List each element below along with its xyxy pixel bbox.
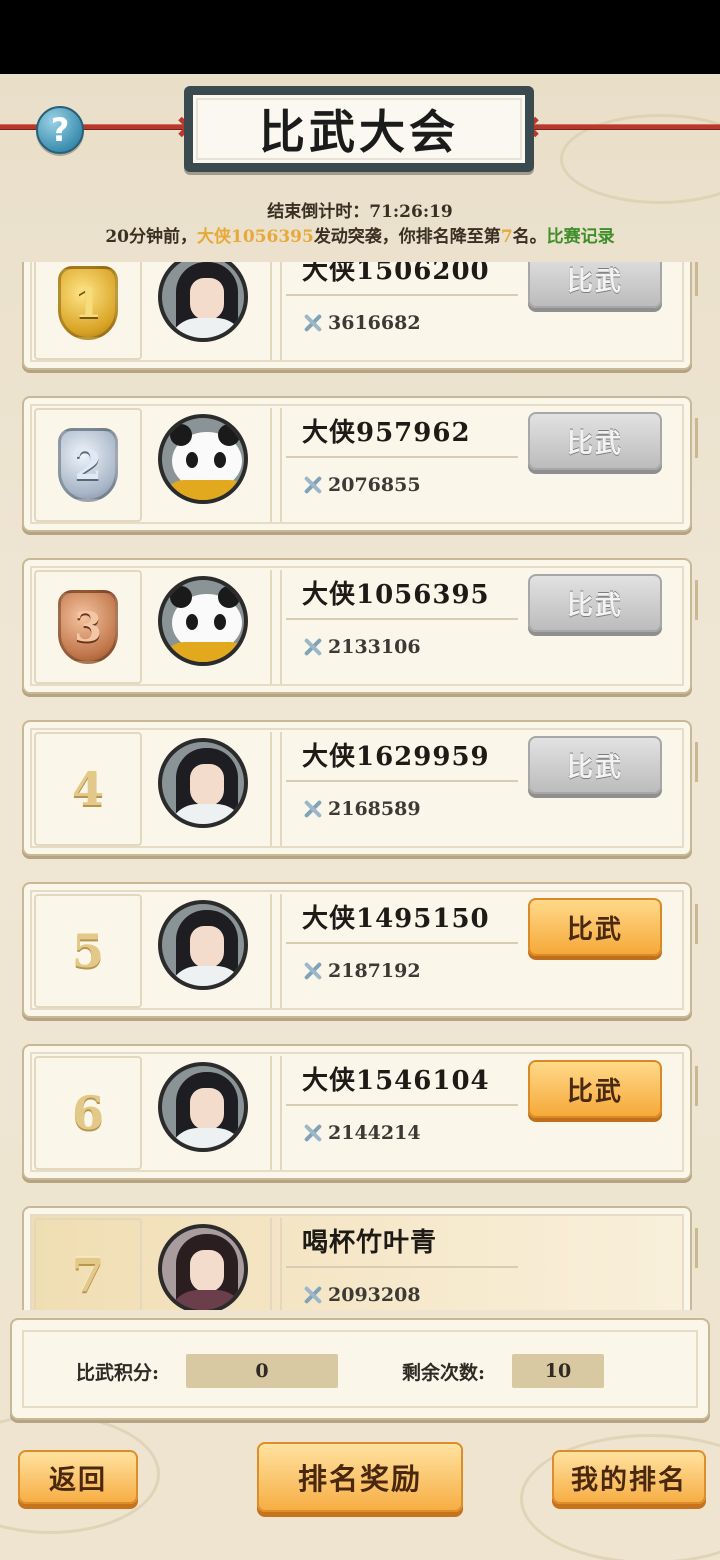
rope-left [0,124,190,130]
avatar[interactable] [158,262,248,342]
crossed-swords-icon [302,1122,324,1144]
silver-medal-icon: 2 [58,428,118,502]
crossed-swords-icon [302,474,324,496]
player-name: 大侠1056395 [302,580,490,610]
rank-slot: 4 [34,732,142,846]
player-name: 大侠1629959 [302,742,490,772]
ranking-row: 6 大侠1546104 2144214 比武 [22,1044,698,1180]
page-title: 比武大会 [190,92,528,166]
crossed-swords-icon [302,1284,324,1306]
avatar[interactable] [158,576,248,666]
player-name: 大侠1546104 [302,1066,490,1096]
player-name: 大侠1506200 [302,262,490,286]
rank-slot: 7 [34,1218,142,1310]
crossed-swords-icon [302,636,324,658]
combat-power: 2187192 [302,960,421,982]
score-label: 比武积分: [76,1362,160,1384]
my-rank-button[interactable]: 我的排名 [552,1450,706,1504]
combat-power: 3616682 [302,312,421,334]
power-value: 2168589 [328,798,421,820]
help-button[interactable]: ? [36,106,84,154]
avatar[interactable] [158,414,248,504]
notice-middle: 发动突袭，你排名降至第 [313,227,501,247]
power-value: 2093208 [328,1284,421,1306]
power-value: 2144214 [328,1122,421,1144]
power-value: 2187192 [328,960,421,982]
rank-slot: 2 [34,408,142,522]
player-name: 大侠1495150 [302,904,490,934]
challenge-button[interactable]: 比武 [528,898,662,956]
rank-slot: 3 [34,570,142,684]
crossed-swords-icon [302,960,324,982]
challenge-button[interactable]: 比武 [528,412,662,470]
notice-rank: 7 [500,227,513,247]
ranking-row: 4 大侠1629959 2168589 比武 [22,720,698,856]
challenge-button[interactable]: 比武 [528,736,662,794]
combat-power: 2076855 [302,474,421,496]
power-value: 2133106 [328,636,421,658]
match-record-link[interactable]: 比赛记录 [547,227,615,247]
power-value: 2076855 [328,474,421,496]
ranking-list[interactable]: 1 大侠1506200 3616682 比武 2 大侠957962 207685… [0,262,720,1310]
challenge-button[interactable]: 比武 [528,1060,662,1118]
ranking-row: 3 大侠1056395 2133106 比武 [22,558,698,694]
question-icon: ? [50,111,70,149]
rank-number: 4 [71,762,104,816]
combat-power: 2093208 [302,1284,421,1306]
score-value: 0 [186,1354,338,1388]
ranking-row: 2 大侠957962 2076855 比武 [22,396,698,532]
rank-rewards-button[interactable]: 排名奖励 [257,1442,463,1512]
rank-slot: 1 [34,262,142,360]
combat-power: 2168589 [302,798,421,820]
rank-slot: 5 [34,894,142,1008]
ranking-row: 1 大侠1506200 3616682 比武 [22,262,698,370]
notice-suffix: 名。 [512,227,547,247]
challenge-button[interactable]: 比武 [528,574,662,632]
rope-right [530,124,720,130]
title-board: 比武大会 [184,86,534,172]
attacker-name: 大侠1056395 [197,227,314,247]
combat-power: 2133106 [302,636,421,658]
avatar[interactable] [158,1062,248,1152]
rank-number: 5 [71,924,104,978]
back-button[interactable]: 返回 [18,1450,138,1504]
player-name: 喝杯竹叶青 [302,1228,438,1258]
avatar[interactable] [158,738,248,828]
attack-notice: 20分钟前，大侠1056395发动突袭，你排名降至第7名。比赛记录 [0,222,720,247]
crossed-swords-icon [302,798,324,820]
notice-prefix: 20分钟前， [105,227,197,247]
crossed-swords-icon [302,312,324,334]
avatar[interactable] [158,1224,248,1310]
ranking-row: 5 大侠1495150 2187192 比武 [22,882,698,1018]
remaining-value: 10 [512,1354,604,1388]
rank-number: 6 [71,1086,104,1140]
status-bar [0,0,720,74]
combat-power: 2144214 [302,1122,421,1144]
rank-number: 7 [71,1248,104,1302]
player-name: 大侠957962 [302,418,471,448]
avatar[interactable] [158,900,248,990]
countdown-timer: 结束倒计时：71:26:19 [267,202,453,222]
challenge-button[interactable]: 比武 [528,262,662,308]
bronze-medal-icon: 3 [58,590,118,664]
remaining-label: 剩余次数: [402,1362,486,1384]
rank-slot: 6 [34,1056,142,1170]
stats-panel: 比武积分: 0 剩余次数: 10 [10,1318,710,1420]
gold-medal-icon: 1 [58,266,118,340]
my-ranking-row: 7 喝杯竹叶青 2093208 [22,1206,698,1310]
power-value: 3616682 [328,312,421,334]
